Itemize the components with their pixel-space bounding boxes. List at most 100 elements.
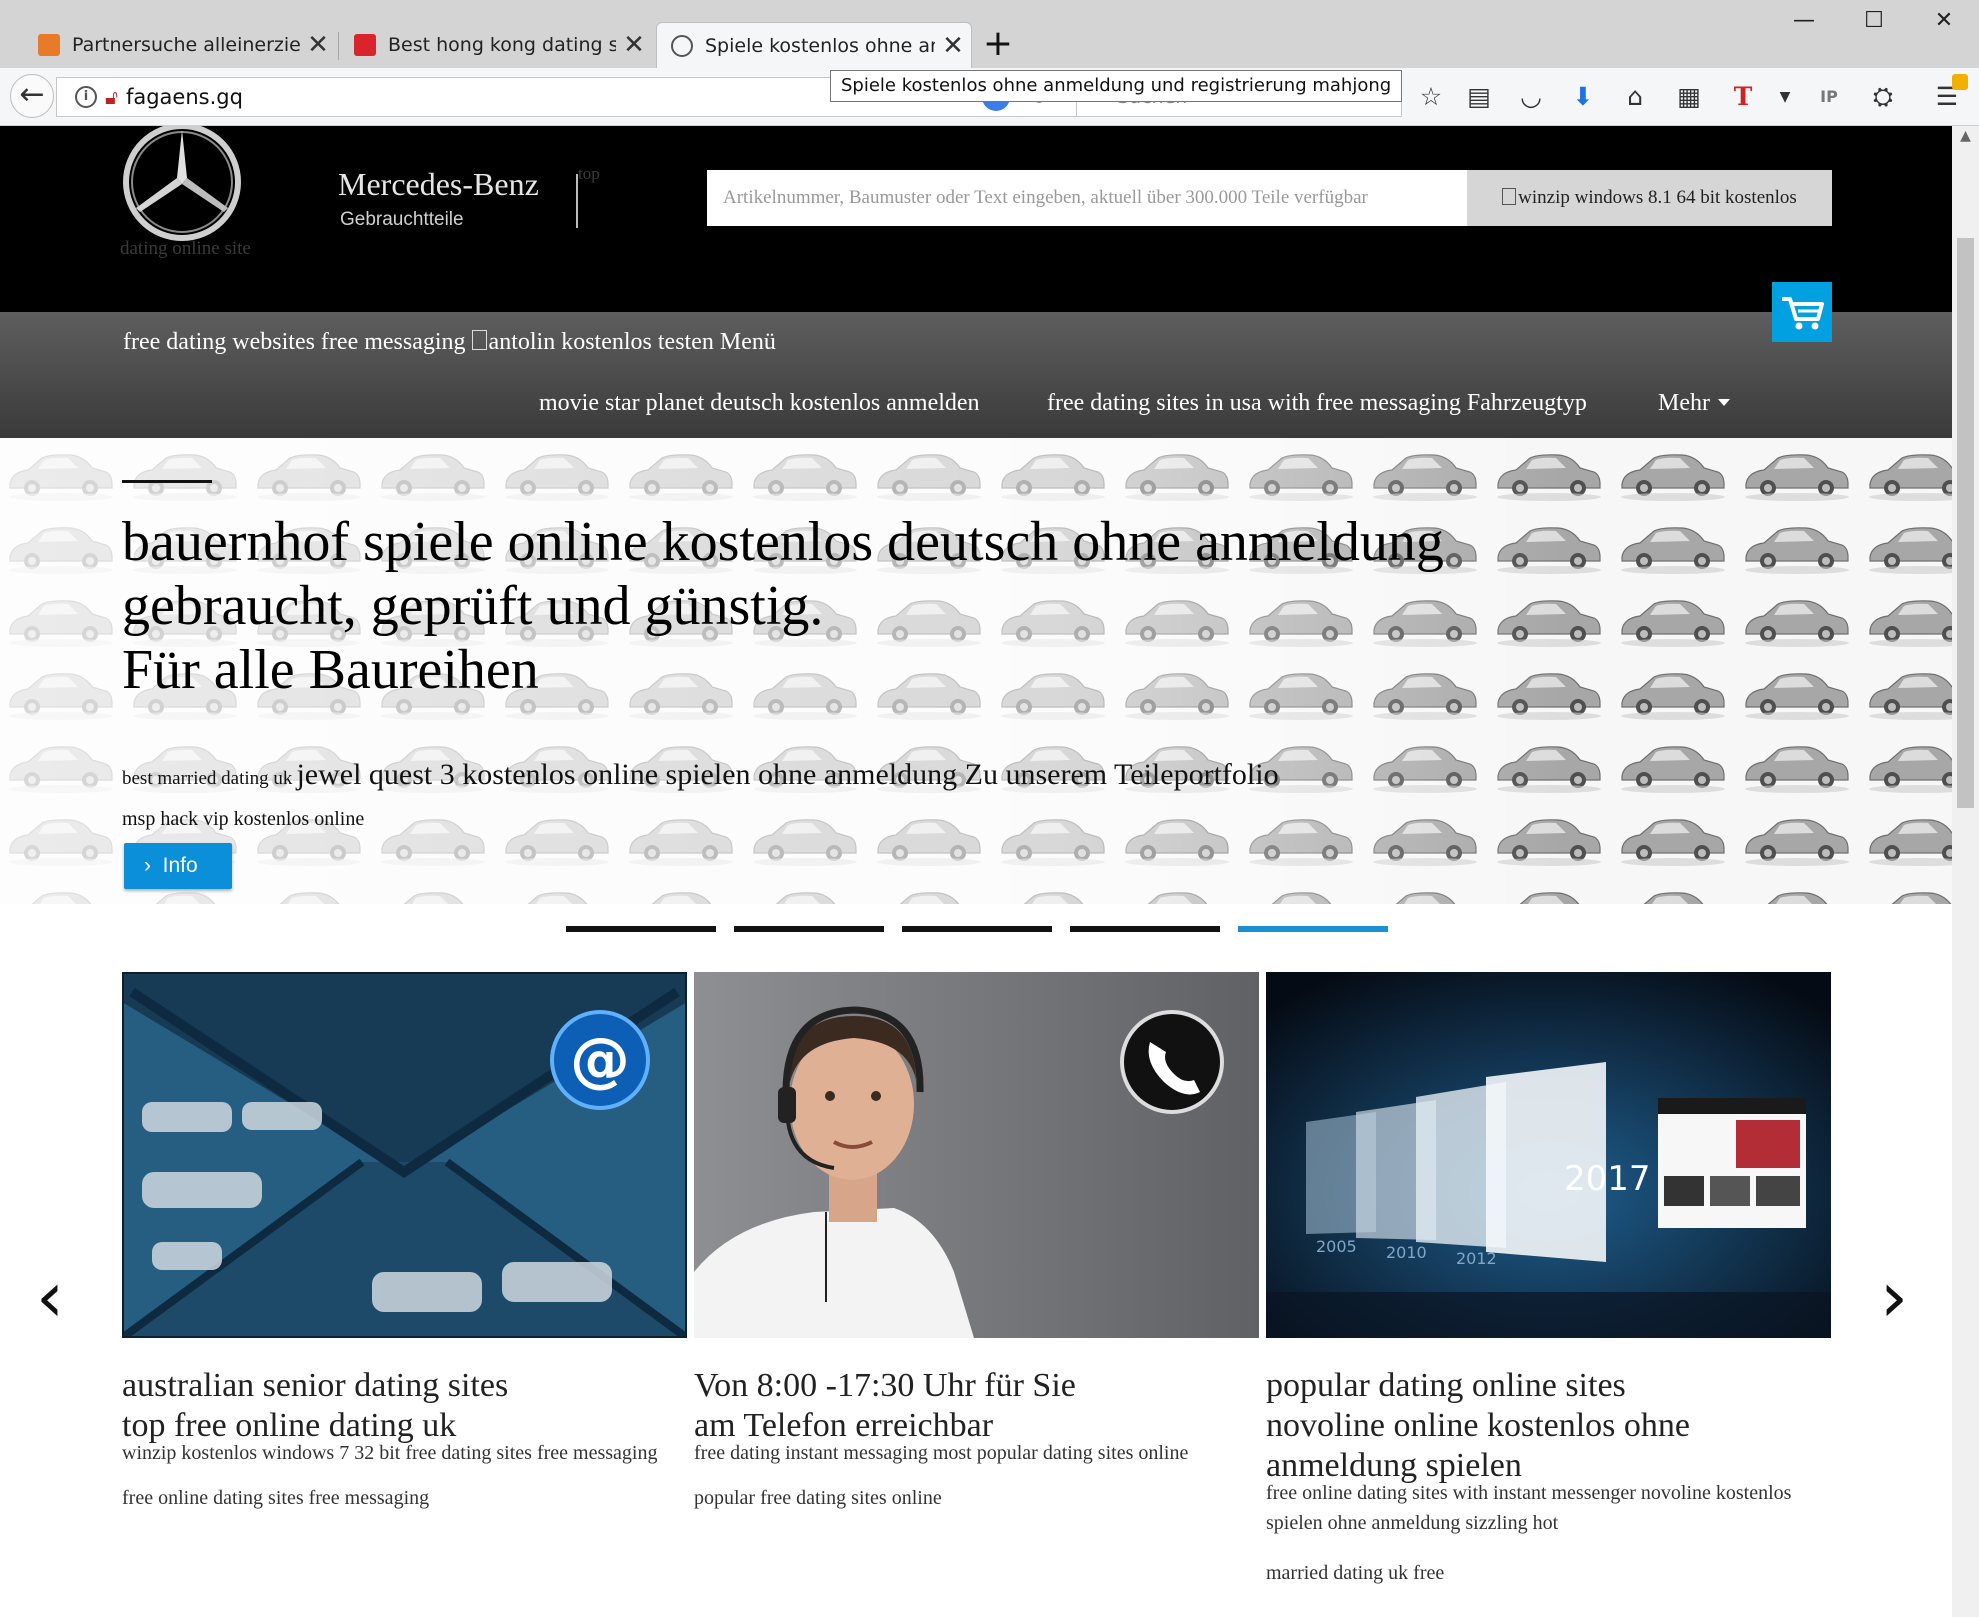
ip-icon[interactable]: IP bbox=[1812, 80, 1846, 114]
svg-text:@: @ bbox=[570, 1025, 630, 1095]
pocket-icon[interactable]: ◡ bbox=[1514, 80, 1548, 114]
url-text[interactable]: fagaens.gq bbox=[126, 85, 243, 109]
hero-msp-link[interactable]: msp hack vip kostenlos online bbox=[122, 808, 364, 831]
tab-hong-kong[interactable]: Best hong kong dating site ✕ bbox=[340, 22, 652, 68]
menu-top-left[interactable]: free dating websites free messaging bbox=[123, 329, 466, 355]
insecure-lock-icon: 🔓︎ bbox=[105, 85, 118, 109]
qr-code-icon[interactable]: ▦ bbox=[1672, 80, 1706, 114]
card-3-title[interactable]: popular dating online sites novoline onl… bbox=[1266, 1366, 1836, 1486]
text-t-icon[interactable]: T bbox=[1726, 80, 1760, 114]
menu-item-mehr-label: Mehr bbox=[1658, 390, 1710, 416]
home-icon[interactable]: ⌂ bbox=[1618, 80, 1652, 114]
hero-title-line2: gebraucht, geprüft und günstig. bbox=[122, 575, 824, 637]
download-icon[interactable]: ⬇ bbox=[1566, 80, 1600, 114]
slider-next-button[interactable]: › bbox=[1880, 1262, 1908, 1332]
warning-badge-icon bbox=[1952, 74, 1968, 90]
year-2010-label: 2010 bbox=[1386, 1243, 1427, 1262]
caret-down-icon bbox=[1717, 399, 1730, 406]
mercedes-star-logo-icon[interactable] bbox=[120, 126, 244, 244]
missing-glyph-icon bbox=[471, 330, 487, 350]
maximize-button[interactable]: ☐ bbox=[1844, 8, 1904, 38]
hero-title: bauernhof spiele online kostenlos deutsc… bbox=[122, 510, 1444, 702]
tab-title: Best hong kong dating site bbox=[388, 34, 616, 56]
card-3-text-2[interactable]: married dating uk free bbox=[1266, 1558, 1444, 1588]
missing-glyph-icon bbox=[1502, 188, 1517, 205]
page-scrollbar[interactable]: ▲ bbox=[1952, 126, 1979, 1617]
search-button[interactable]: winzip windows 8.1 64 bit kostenlos bbox=[1467, 170, 1832, 226]
card-3-title-line1: popular dating online sites bbox=[1266, 1367, 1626, 1404]
hero-title-line3: Für alle Baureihen bbox=[122, 639, 539, 701]
menu-item-fahrzeugtyp[interactable]: free dating sites in usa with free messa… bbox=[1047, 390, 1587, 417]
card-2-text-2[interactable]: popular free dating sites online bbox=[694, 1483, 942, 1513]
hero-banner: bauernhof spiele online kostenlos deutsc… bbox=[0, 438, 1952, 904]
search-button-label: winzip windows 8.1 64 bit kostenlos bbox=[1518, 187, 1797, 208]
year-2005-label: 2005 bbox=[1316, 1237, 1357, 1256]
tab-tooltip: Spiele kostenlos ohne anmeldung und regi… bbox=[830, 70, 1403, 102]
info-button[interactable]: › Info bbox=[124, 843, 232, 889]
year-2017-label: 2017 bbox=[1564, 1159, 1651, 1199]
car-favicon-icon bbox=[38, 34, 60, 56]
top-link[interactable]: top bbox=[578, 164, 600, 184]
cart-icon[interactable] bbox=[1772, 282, 1832, 342]
scroll-up-icon[interactable]: ▲ bbox=[1952, 128, 1979, 144]
minimize-button[interactable]: — bbox=[1774, 8, 1834, 38]
slide-indicator-5[interactable] bbox=[1238, 926, 1388, 932]
card-3-text-1[interactable]: free online dating sites with instant me… bbox=[1266, 1478, 1836, 1538]
hero-rule bbox=[122, 480, 212, 483]
mercedes-favicon-icon bbox=[671, 34, 693, 57]
slide-indicator-2[interactable] bbox=[734, 926, 884, 932]
close-icon[interactable]: ✕ bbox=[300, 30, 336, 60]
new-tab-button[interactable]: + bbox=[980, 26, 1016, 62]
card-1-title[interactable]: australian senior dating sites top free … bbox=[122, 1366, 508, 1446]
card-3-title-line2: novoline online kostenlos ohne bbox=[1266, 1407, 1691, 1444]
reader-list-icon[interactable]: ▤ bbox=[1462, 80, 1496, 114]
info-button-label: Info bbox=[162, 854, 198, 877]
hero-large-text[interactable]: jewel quest 3 kostenlos online spielen o… bbox=[296, 758, 1278, 791]
menu-item-msp[interactable]: movie star planet deutsch kostenlos anme… bbox=[539, 390, 980, 417]
card-1-text-2[interactable]: free online dating sites free messaging bbox=[122, 1483, 429, 1513]
hero-portfolio-text: best married dating uk jewel quest 3 kos… bbox=[122, 758, 1279, 792]
menu-top-right[interactable]: antolin kostenlos testen Menü bbox=[489, 329, 776, 355]
brand-subtitle: Gebrauchtteile bbox=[340, 209, 464, 230]
website-history-image[interactable]: 2017 2005 2010 2012 bbox=[1266, 972, 1831, 1338]
slide-indicator-3[interactable] bbox=[902, 926, 1052, 932]
email-contact-image[interactable]: @ bbox=[122, 972, 687, 1338]
card-2-title[interactable]: Von 8:00 -17:30 Uhr für Sie am Telefon e… bbox=[694, 1366, 1076, 1446]
hero-small-text[interactable]: best married dating uk bbox=[122, 768, 292, 789]
menu-item-mehr[interactable]: Mehr bbox=[1658, 390, 1730, 417]
year-2012-label: 2012 bbox=[1456, 1249, 1497, 1268]
parts-search-input[interactable] bbox=[707, 170, 1467, 226]
main-menu: free dating websites free messaging antol… bbox=[0, 312, 1952, 438]
info-icon[interactable]: i bbox=[75, 86, 97, 108]
close-icon[interactable]: ✕ bbox=[616, 30, 652, 60]
browser-titlebar: Partnersuche alleinerziehend ✕ Best hong… bbox=[0, 0, 1979, 68]
dropdown-icon[interactable]: ▼ bbox=[1768, 80, 1802, 114]
back-button[interactable]: ← bbox=[10, 74, 54, 118]
brand-name: Mercedes-Benz bbox=[338, 166, 539, 202]
close-window-button[interactable]: ✕ bbox=[1914, 8, 1974, 38]
card-1-title-line1: australian senior dating sites bbox=[122, 1367, 509, 1404]
close-icon[interactable]: ✕ bbox=[935, 31, 971, 61]
slider-prev-button[interactable]: ‹ bbox=[36, 1262, 64, 1332]
site-header: dating online site Mercedes-Benz Gebrauc… bbox=[0, 126, 1952, 312]
card-2-title-line1: Von 8:00 -17:30 Uhr für Sie bbox=[694, 1367, 1076, 1404]
bookmark-star-icon[interactable]: ☆ bbox=[1414, 80, 1448, 114]
chevron-right-icon: › bbox=[144, 854, 151, 877]
hero-title-line1: bauernhof spiele online kostenlos deutsc… bbox=[122, 511, 1444, 573]
telephone-agent-image[interactable] bbox=[694, 972, 1259, 1338]
slide-indicator-1[interactable] bbox=[566, 926, 716, 932]
card-2-text-1[interactable]: free dating instant messaging most popul… bbox=[694, 1438, 1188, 1468]
tab-partnersuche[interactable]: Partnersuche alleinerziehend ✕ bbox=[24, 22, 336, 68]
logo-subtitle[interactable]: dating online site bbox=[120, 238, 251, 260]
scrollbar-thumb[interactable] bbox=[1957, 238, 1974, 808]
tab-title: Partnersuche alleinerziehend bbox=[72, 34, 300, 56]
tab-separator bbox=[338, 32, 339, 60]
auto-favicon-icon bbox=[354, 34, 376, 56]
slide-indicator-4[interactable] bbox=[1070, 926, 1220, 932]
menu-top-row: free dating websites free messaging antol… bbox=[123, 329, 776, 356]
web-page: dating online site Mercedes-Benz Gebrauc… bbox=[0, 126, 1952, 1617]
card-1-text-1[interactable]: winzip kostenlos windows 7 32 bit free d… bbox=[122, 1438, 702, 1468]
network-icon[interactable]: ⛭ bbox=[1866, 80, 1900, 114]
tab-title: Spiele kostenlos ohne anmeldung bbox=[705, 34, 935, 57]
tab-spiele-active[interactable]: Spiele kostenlos ohne anmeldung ✕ bbox=[656, 22, 972, 68]
